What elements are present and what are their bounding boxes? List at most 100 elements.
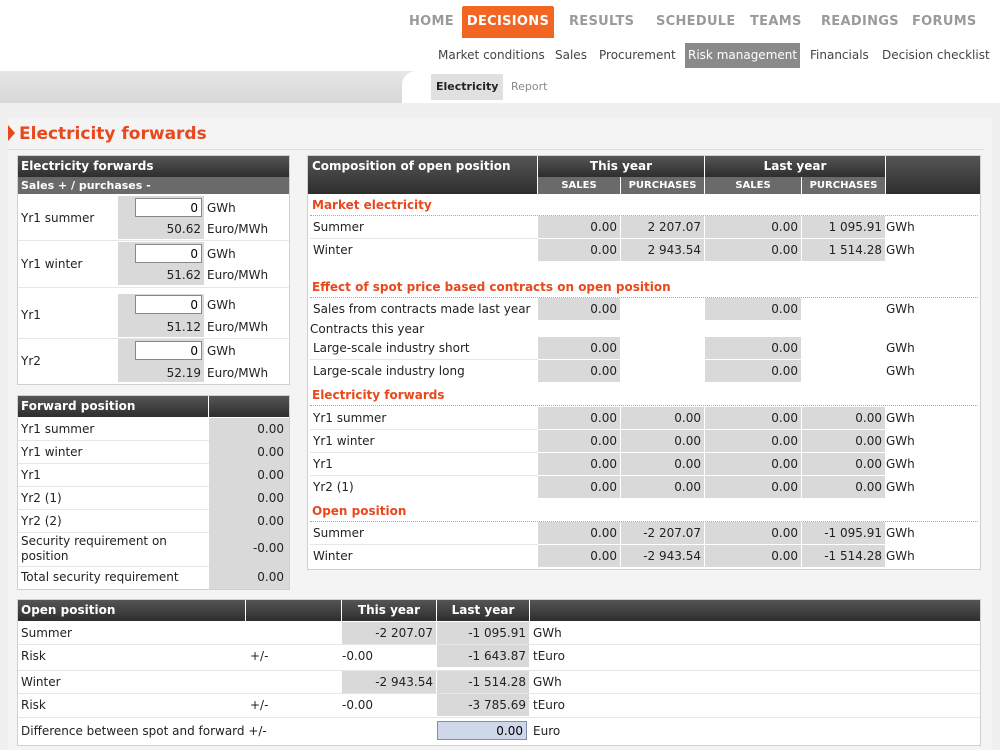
subnav-market-conditions[interactable]: Market conditions	[438, 43, 545, 68]
fp-row-label: Yr2 (2)	[21, 514, 62, 528]
comp-value: 0.00	[538, 407, 620, 429]
nav-forums[interactable]: FORUMS	[912, 6, 976, 38]
title-arrow-icon	[8, 125, 15, 141]
col-sales: SALES	[705, 177, 801, 194]
fp-row-value: 0.00	[257, 570, 284, 584]
nav-results[interactable]: RESULTS	[569, 6, 634, 38]
nav-home[interactable]: HOME	[409, 6, 454, 38]
unit-label: GWh	[886, 341, 915, 355]
section-electricity-forwards: Electricity forwards	[312, 388, 445, 402]
op-last-year: -1 643.87	[437, 645, 529, 667]
page-title-text: Electricity forwards	[19, 124, 207, 144]
comp-value: 0.00	[705, 216, 801, 238]
comp-value: 0.00	[802, 430, 885, 452]
open-position-header-pm	[246, 600, 341, 621]
unit-label: GWh	[886, 243, 915, 257]
difference-input[interactable]	[437, 721, 527, 740]
comp-value: 0.00	[621, 430, 704, 452]
unit-label: GWh	[886, 220, 915, 234]
unit-label: GWh	[886, 549, 915, 563]
comp-value: 0.00	[538, 298, 620, 320]
comp-value: 0.00	[705, 360, 801, 382]
forwards-qty-input[interactable]	[135, 341, 202, 360]
op-this-year: -0.00	[342, 698, 374, 712]
open-position-header: Open position	[18, 600, 245, 621]
comp-value: 0.00	[705, 476, 801, 498]
unit-label: GWh	[886, 457, 915, 471]
comp-value: 0.00	[538, 545, 620, 567]
subnav-risk-management[interactable]: Risk management	[685, 43, 801, 68]
forwards-price: 50.62	[166, 222, 201, 236]
col-purchases: PURCHASES	[621, 177, 704, 194]
comp-value: 2 207.07	[621, 216, 704, 238]
forwards-qty-input[interactable]	[135, 295, 202, 314]
unit-label: GWh	[886, 526, 915, 540]
op-row-label: Risk	[21, 698, 46, 712]
unit-label: GWh	[886, 480, 915, 494]
fp-row-label: Yr1 winter	[21, 445, 83, 459]
comp-value: 0.00	[538, 453, 620, 475]
forwards-price: 52.19	[166, 366, 201, 380]
forwards-qty-input[interactable]	[135, 244, 202, 263]
comp-row-label: Sales from contracts made last year	[313, 302, 531, 316]
composition-last-year: Last year	[705, 156, 885, 177]
comp-value: -2 207.07	[621, 522, 704, 544]
comp-row-label: Yr1 winter	[313, 434, 375, 448]
subnav-sales[interactable]: Sales	[555, 43, 587, 68]
fp-row-value: -0.00	[252, 541, 284, 555]
comp-value: 0.00	[802, 407, 885, 429]
tab-electricity[interactable]: Electricity	[431, 74, 504, 100]
comp-value: 0.00	[538, 239, 620, 261]
comp-value: 0.00	[538, 360, 620, 382]
comp-value: 0.00	[538, 522, 620, 544]
section-market-electricity: Market electricity	[312, 198, 432, 212]
forward-position-header-value	[209, 396, 289, 417]
row-divider	[18, 532, 209, 533]
fp-row-value: 0.00	[257, 491, 284, 505]
title-divider	[8, 149, 984, 150]
op-row-label: Winter	[21, 675, 61, 689]
nav-teams[interactable]: TEAMS	[750, 6, 801, 38]
comp-value: 0.00	[705, 298, 801, 320]
unit-label: tEuro	[533, 698, 565, 712]
fp-row-value: 0.00	[257, 445, 284, 459]
comp-value: 0.00	[538, 430, 620, 452]
fp-row-value: 0.00	[257, 514, 284, 528]
row-divider	[18, 463, 209, 464]
fp-row-label: Total security requirement	[21, 570, 179, 584]
forwards-row-label: Yr1	[21, 308, 41, 322]
forwards-price: 51.12	[166, 320, 201, 334]
comp-value: 1 095.91	[802, 216, 885, 238]
unit-label: GWh	[886, 302, 915, 316]
comp-value: 0.00	[538, 476, 620, 498]
unit-label: GWh	[886, 411, 915, 425]
nav-schedule[interactable]: SCHEDULE	[656, 6, 735, 38]
nav-readings[interactable]: READINGS	[821, 6, 899, 38]
row-divider	[18, 240, 289, 241]
op-last-year: -3 785.69	[437, 694, 529, 716]
unit-label: Euro/MWh	[207, 366, 269, 380]
nav-decisions[interactable]: DECISIONS	[462, 6, 554, 38]
comp-row-label: Yr1 summer	[313, 411, 387, 425]
op-last-year: -1 514.28	[437, 671, 529, 693]
subnav-decision-checklist[interactable]: Decision checklist	[882, 43, 990, 68]
comp-value: 0.00	[705, 522, 801, 544]
comp-value: 0.00	[705, 407, 801, 429]
tab-report[interactable]: Report	[511, 74, 547, 100]
comp-value: 0.00	[705, 239, 801, 261]
forwards-row-label: Yr2	[21, 354, 41, 368]
comp-value: 0.00	[538, 216, 620, 238]
subnav-financials[interactable]: Financials	[810, 43, 869, 68]
op-last-year-header: Last year	[437, 600, 529, 621]
unit-label: GWh	[207, 344, 236, 358]
op-plus-minus: +/-	[250, 649, 269, 663]
unit-label: GWh	[207, 201, 236, 215]
forwards-qty-input[interactable]	[135, 198, 202, 217]
unit-label: tEuro	[533, 649, 565, 663]
forwards-price: 51.62	[166, 268, 201, 282]
unit-label: GWh	[207, 298, 236, 312]
comp-value: 0.00	[705, 545, 801, 567]
op-this-year: -0.00	[342, 649, 374, 663]
forward-position-header: Forward position	[18, 396, 208, 417]
subnav-procurement[interactable]: Procurement	[599, 43, 676, 68]
